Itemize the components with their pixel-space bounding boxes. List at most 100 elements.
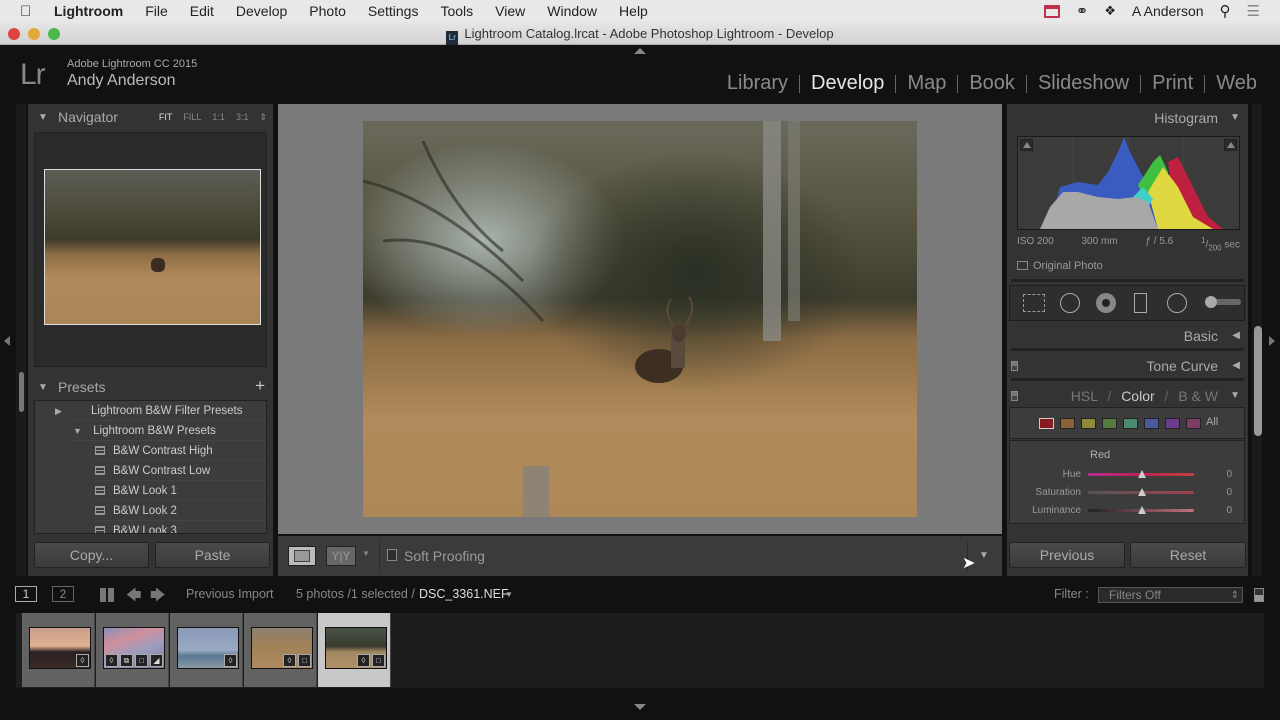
menu-app-lightroom[interactable]: Lightroom — [54, 3, 123, 19]
tag-badge-icon[interactable]: ◊ — [283, 654, 296, 667]
hide-filmstrip-arrow[interactable] — [634, 704, 646, 710]
menu-tools[interactable]: Tools — [440, 3, 473, 19]
menu-help[interactable]: Help — [619, 3, 648, 19]
filmstrip-thumbnail[interactable]: ◢ □ ⧉ ◊ — [103, 627, 165, 669]
filmstrip-cell[interactable]: □ ◊ — [318, 613, 391, 687]
show-left-panel-arrow[interactable] — [4, 336, 10, 346]
tone-curve-panel-header[interactable]: Tone Curve ◀ — [1007, 354, 1248, 378]
before-after-dropdown-icon[interactable]: ▼ — [362, 549, 370, 558]
zoom-stepper-icon[interactable]: ⇕ — [259, 112, 267, 123]
menu-window[interactable]: Window — [547, 3, 597, 19]
copy-settings-button[interactable]: Copy... — [34, 542, 149, 568]
menu-view[interactable]: View — [495, 3, 525, 19]
apple-icon[interactable]:  — [20, 3, 40, 20]
luminance-value[interactable]: 0 — [1226, 505, 1232, 516]
menu-photo[interactable]: Photo — [309, 3, 346, 19]
before-after-button[interactable]: Y|Y — [326, 546, 356, 566]
menu-file[interactable]: File — [145, 3, 168, 19]
swatch-orange[interactable] — [1060, 418, 1075, 429]
module-develop[interactable]: Develop — [800, 72, 895, 95]
crop-badge-icon[interactable]: □ — [372, 654, 385, 667]
filmstrip-cell[interactable]: ◊ — [170, 613, 243, 687]
tab-hsl[interactable]: HSL — [1071, 388, 1098, 404]
module-print[interactable]: Print — [1141, 72, 1204, 95]
creative-cloud-icon[interactable]: ⚭ — [1076, 2, 1089, 20]
original-photo-checkbox[interactable] — [1017, 261, 1028, 270]
panel-toggle-switch[interactable] — [1011, 361, 1018, 371]
zoom-fill[interactable]: FILL — [183, 112, 201, 123]
menu-settings[interactable]: Settings — [368, 3, 419, 19]
collapse-triangle-icon[interactable]: ▼ — [38, 382, 48, 393]
module-library[interactable]: Library — [716, 72, 799, 95]
original-photo-checkbox-row[interactable]: Original Photo — [1017, 260, 1103, 272]
grid-view-icon[interactable] — [100, 588, 114, 602]
menu-develop[interactable]: Develop — [236, 3, 287, 19]
expand-triangle-icon[interactable]: ◀ — [1232, 354, 1240, 378]
basic-panel-header[interactable]: Basic ◀ — [1007, 324, 1248, 348]
tab-bw[interactable]: B & W — [1178, 388, 1218, 404]
filter-select[interactable]: Filters Off ⇕ — [1098, 587, 1243, 603]
module-map[interactable]: Map — [896, 72, 957, 95]
notification-center-icon[interactable]: ☰ — [1247, 2, 1260, 20]
spot-removal-tool-icon[interactable] — [1060, 293, 1080, 313]
selected-filename[interactable]: DSC_3361.NEF — [419, 587, 509, 601]
right-scrollbar[interactable] — [1254, 326, 1262, 436]
swatch-magenta[interactable] — [1186, 418, 1201, 429]
filmstrip-thumbnail[interactable]: □ ◊ — [251, 627, 313, 669]
navigator-thumbnail[interactable] — [44, 169, 261, 325]
histogram-header[interactable]: Histogram ▼ — [1007, 106, 1248, 130]
swatch-aqua[interactable] — [1123, 418, 1138, 429]
filmstrip-thumbnail[interactable]: ◊ — [29, 627, 91, 669]
graduated-filter-tool-icon[interactable] — [1134, 293, 1147, 313]
tag-badge-icon[interactable]: ◊ — [76, 654, 89, 667]
swatch-red[interactable] — [1039, 418, 1054, 429]
collapse-triangle-icon[interactable]: ▼ — [38, 112, 48, 123]
source-label[interactable]: Previous Import — [186, 587, 274, 601]
module-slideshow[interactable]: Slideshow — [1027, 72, 1140, 95]
preset-item[interactable]: B&W Look 1 — [95, 481, 266, 501]
add-preset-button[interactable]: + — [255, 376, 265, 396]
left-scrollbar[interactable] — [19, 372, 24, 412]
hide-top-panel-arrow[interactable] — [634, 48, 646, 54]
preset-item[interactable]: B&W Contrast High — [95, 441, 266, 461]
main-photo[interactable] — [363, 121, 917, 517]
paste-settings-button[interactable]: Paste — [155, 542, 270, 568]
crop-badge-icon[interactable]: □ — [135, 654, 148, 667]
module-web[interactable]: Web — [1205, 72, 1268, 95]
user-name[interactable]: A Anderson — [1132, 3, 1204, 19]
filename-dropdown-icon[interactable]: ▼ — [505, 590, 513, 599]
panel-toggle-switch[interactable] — [1011, 391, 1018, 401]
zoom-fit[interactable]: FIT — [159, 112, 173, 123]
swatch-purple[interactable] — [1165, 418, 1180, 429]
dropbox-icon[interactable]: ❖ — [1104, 3, 1116, 19]
forward-arrow-icon[interactable]: 🡆 — [150, 585, 166, 610]
expand-triangle-icon[interactable]: ▶ — [55, 401, 62, 421]
back-arrow-icon[interactable]: 🡄 — [126, 585, 142, 610]
soft-proofing-label[interactable]: Soft Proofing — [404, 548, 485, 564]
swatch-yellow[interactable] — [1081, 418, 1096, 429]
expand-triangle-icon[interactable]: ◀ — [1232, 324, 1240, 348]
screen-recorder-icon[interactable] — [1043, 4, 1060, 18]
crop-overlay-tool-icon[interactable] — [1023, 294, 1045, 312]
preset-folder[interactable]: ▶ Lightroom B&W Filter Presets — [55, 401, 266, 421]
histogram-chart[interactable] — [1017, 136, 1240, 230]
secondary-window-button[interactable]: 2 — [52, 586, 74, 602]
menu-edit[interactable]: Edit — [190, 3, 214, 19]
crop-badge-icon[interactable]: □ — [298, 654, 311, 667]
preset-item[interactable]: B&W Look 2 — [95, 501, 266, 521]
navigator-header[interactable]: ▼ Navigator FIT FILL 1:1 3:1 ⇕ — [28, 104, 273, 130]
luminance-slider-thumb[interactable] — [1138, 506, 1146, 514]
spotlight-search-icon[interactable]: ⚲ — [1220, 2, 1231, 20]
shadow-clipping-indicator[interactable] — [1020, 139, 1033, 151]
tab-color[interactable]: Color — [1121, 388, 1154, 404]
adjustment-brush-tool-icon[interactable] — [1205, 296, 1241, 308]
zoom-3-1[interactable]: 3:1 — [236, 112, 249, 123]
soft-proofing-checkbox[interactable] — [387, 549, 397, 561]
show-right-panel-arrow[interactable] — [1269, 336, 1275, 346]
filmstrip-thumbnail[interactable]: ◊ — [177, 627, 239, 669]
copy-badge-icon[interactable]: ⧉ — [120, 654, 133, 667]
toolbar-options-dropdown-icon[interactable]: ▼ — [979, 550, 989, 561]
swatch-all[interactable]: All — [1206, 416, 1218, 428]
saturation-slider-thumb[interactable] — [1138, 488, 1146, 496]
collapse-triangle-icon[interactable]: ▼ — [1230, 384, 1240, 408]
